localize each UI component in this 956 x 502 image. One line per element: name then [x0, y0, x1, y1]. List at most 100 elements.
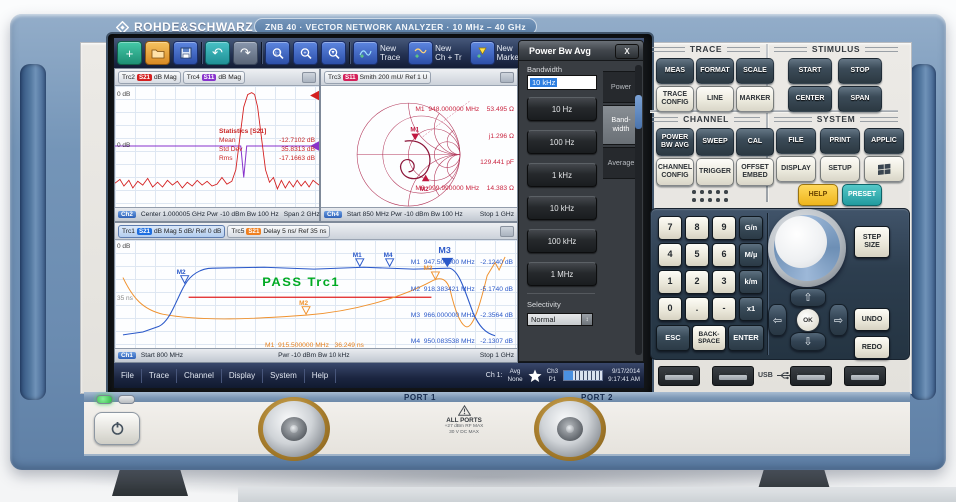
bandwidth-input[interactable]: 10 kHz	[527, 75, 597, 90]
bandwidth-10hz-button[interactable]: 10 Hz	[527, 97, 597, 121]
panel-scrollbar[interactable]	[635, 65, 642, 355]
key-stop[interactable]: STOP	[838, 58, 882, 84]
panel-scrollbar-thumb[interactable]	[635, 95, 642, 129]
key-meas[interactable]: MEAS	[656, 58, 694, 84]
key-sweep[interactable]: SWEEP	[696, 128, 734, 156]
key-unit-gn[interactable]: G/n	[739, 216, 763, 240]
key-offset-embed[interactable]: OFFSET EMBED	[736, 158, 774, 186]
key-start[interactable]: START	[788, 58, 832, 84]
key-backspace[interactable]: BACK- SPACE	[692, 325, 726, 351]
save-icon[interactable]	[173, 41, 198, 65]
diagram1-header: Trc2S21dB Mag Trc4S11dB Mag	[115, 69, 319, 86]
new-channel-trace-button[interactable]: + New Ch + Tr	[408, 41, 466, 65]
close-icon[interactable]: X	[615, 44, 639, 59]
diagram2-header: Trc3S11Smith 200 mU/ Ref 1 U	[321, 69, 517, 86]
undo-icon[interactable]: ↶	[205, 41, 230, 65]
key-file[interactable]: FILE	[776, 128, 816, 154]
key-dot[interactable]: .	[685, 297, 709, 321]
zoom-marker-icon[interactable]	[321, 41, 346, 65]
ok-key[interactable]: OK	[796, 308, 820, 332]
spinner-icon[interactable]: ↕	[581, 314, 592, 325]
diagram2-footer: Ch4 Start 850 MHz Pwr -10 dBm Bw 100 Hz …	[321, 207, 517, 221]
key-esc[interactable]: ESC	[656, 325, 690, 351]
key-undo[interactable]: UNDO	[854, 308, 890, 331]
menu-file[interactable]: File	[114, 369, 142, 383]
key-trigger[interactable]: TRIGGER	[696, 158, 734, 186]
selectivity-label: Selectivity	[527, 300, 561, 309]
key-4[interactable]: 4	[658, 243, 682, 267]
new-trace-button[interactable]: + New Trace	[353, 41, 405, 65]
key-enter[interactable]: ENTER	[728, 325, 764, 351]
zoom-reset-icon[interactable]: 1:1	[265, 41, 290, 65]
trace-tab-trc5[interactable]: Trc5S21Delay 5 ns/ Ref 35 ns	[227, 225, 330, 238]
rotary-knob[interactable]	[768, 209, 846, 287]
section-header-trace: TRACE	[652, 44, 760, 54]
diagram-maximize-icon[interactable]	[500, 226, 514, 237]
port2-connector	[534, 397, 606, 461]
channel-chip: Ch2	[118, 211, 136, 218]
key-setup[interactable]: SETUP	[820, 156, 860, 182]
key-2[interactable]: 2	[685, 270, 709, 294]
key-center[interactable]: CENTER	[788, 86, 832, 112]
redo-icon[interactable]: ↷	[233, 41, 258, 65]
arrow-down-key[interactable]: ⇩	[790, 332, 826, 351]
key-6[interactable]: 6	[712, 243, 736, 267]
star-icon[interactable]	[528, 369, 542, 383]
key-scale[interactable]: SCALE	[736, 58, 774, 84]
menu-channel[interactable]: Channel	[177, 369, 222, 383]
key-channel-config[interactable]: CHANNEL CONFIG	[656, 158, 694, 186]
warning-block: ALL PORTS +27 dBm RF MAX 30 V DC MAX	[430, 405, 498, 436]
key-1[interactable]: 1	[658, 270, 682, 294]
key-preset[interactable]: PRESET	[842, 184, 882, 206]
trace-tab-trc3[interactable]: Trc3S11Smith 200 mU/ Ref 1 U	[324, 71, 431, 84]
key-unit-mu[interactable]: M/µ	[739, 243, 763, 267]
key-span[interactable]: SPAN	[838, 86, 882, 112]
key-unit-km[interactable]: k/m	[739, 270, 763, 294]
key-trace-config[interactable]: TRACE CONFIG	[656, 86, 694, 112]
zoom-select-icon[interactable]: +	[293, 41, 318, 65]
diagram-maximize-icon[interactable]	[500, 72, 514, 83]
softtool-panel: Power Bw Avg X Bandwidth 10 kHz 10 Hz 10…	[518, 40, 644, 362]
key-3[interactable]: 3	[712, 270, 736, 294]
key-display[interactable]: DISPLAY	[776, 156, 816, 182]
bandwidth-1khz-button[interactable]: 1 kHz	[527, 163, 597, 187]
key-redo[interactable]: REDO	[854, 336, 890, 359]
key-x1[interactable]: x1	[739, 297, 763, 321]
key-9[interactable]: 9	[712, 216, 736, 240]
key-marker[interactable]: MARKER	[736, 86, 774, 112]
key-power-bw-avg[interactable]: POWER BW AVG	[656, 128, 694, 156]
key-0[interactable]: 0	[658, 297, 682, 321]
open-recall-icon[interactable]	[145, 41, 170, 65]
key-applic[interactable]: APPLIC	[864, 128, 904, 154]
menu-system[interactable]: System	[263, 369, 305, 383]
ref-level-label-red: 0 dB	[117, 91, 130, 98]
trace-tab-trc1[interactable]: Trc1S21dB Mag 5 dB/ Ref 0 dB	[118, 225, 225, 238]
key-help[interactable]: HELP	[798, 184, 838, 206]
bandwidth-10khz-button[interactable]: 10 kHz	[527, 196, 597, 220]
trace-tab-trc4[interactable]: Trc4S11dB Mag	[183, 71, 245, 84]
diagram-maximize-icon[interactable]	[302, 72, 316, 83]
key-cal[interactable]: CAL	[736, 128, 774, 156]
bandwidth-100khz-button[interactable]: 100 kHz	[527, 229, 597, 253]
key-minus[interactable]: -	[712, 297, 736, 321]
key-line[interactable]: LINE	[696, 86, 734, 112]
menu-display[interactable]: Display	[222, 369, 263, 383]
trace-tab-trc2[interactable]: Trc2S21dB Mag	[118, 71, 181, 84]
arrow-left-key[interactable]: ⇦	[768, 304, 787, 336]
key-format[interactable]: FORMAT	[696, 58, 734, 84]
key-7[interactable]: 7	[658, 216, 682, 240]
arrow-right-key[interactable]: ⇨	[829, 304, 848, 336]
bandwidth-1mhz-button[interactable]: 1 MHz	[527, 262, 597, 286]
key-print[interactable]: PRINT	[820, 128, 860, 154]
arrow-up-key[interactable]: ⇧	[790, 288, 826, 307]
key-step-size[interactable]: STEP SIZE	[854, 226, 890, 258]
key-windows[interactable]	[864, 156, 904, 182]
bandwidth-100hz-button[interactable]: 100 Hz	[527, 130, 597, 154]
add-trace-icon[interactable]: +	[117, 41, 142, 65]
menu-help[interactable]: Help	[305, 369, 336, 383]
menu-trace[interactable]: Trace	[142, 369, 177, 383]
selectivity-dropdown[interactable]: Normal↕	[527, 313, 593, 326]
key-5[interactable]: 5	[685, 243, 709, 267]
power-button[interactable]	[94, 412, 140, 445]
key-8[interactable]: 8	[685, 216, 709, 240]
